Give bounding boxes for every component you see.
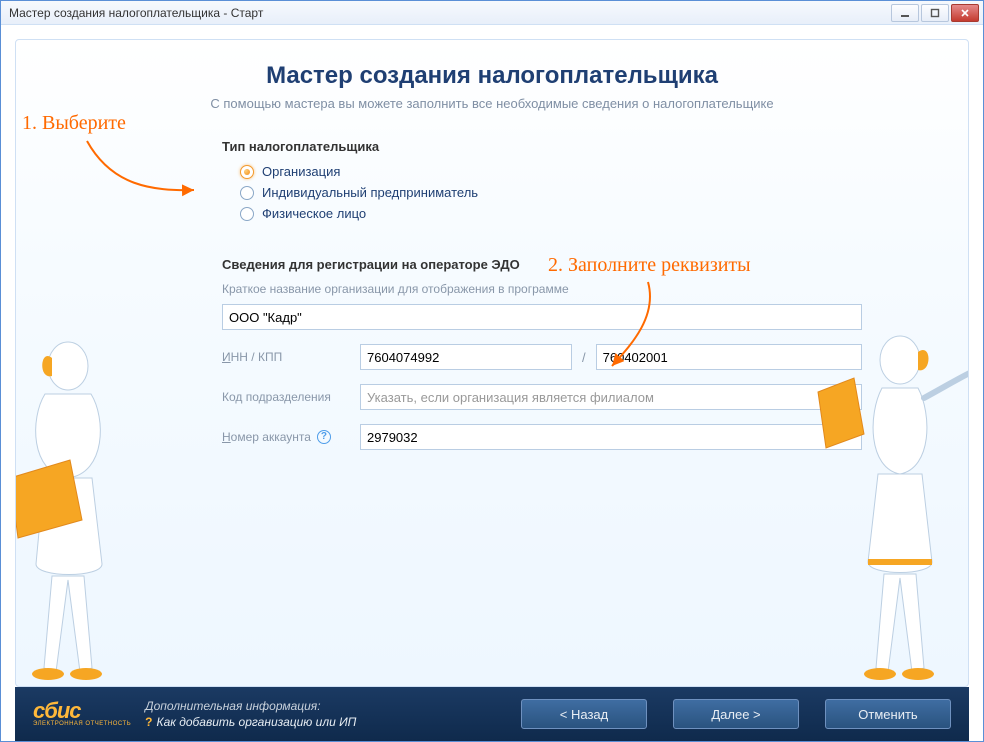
org-name-hint: Краткое название организации для отображ…: [222, 282, 862, 296]
close-button[interactable]: [951, 4, 979, 22]
wizard-panel: Мастер создания налогоплательщика С помо…: [15, 39, 969, 687]
account-label: Номер аккаунта ?: [222, 430, 350, 444]
page-subtitle: С помощью мастера вы можете заполнить вс…: [42, 96, 942, 111]
page-title: Мастер создания налогоплательщика: [42, 62, 942, 90]
inn-kpp-slash: /: [582, 350, 586, 365]
close-icon: [960, 8, 970, 18]
acct-rest: омер аккаунта: [231, 430, 311, 444]
taxpayer-type-legend: Тип налогоплательщика: [222, 139, 862, 154]
titlebar: Мастер создания налогоплательщика - Стар…: [1, 1, 983, 25]
registration-section: Сведения для регистрации на операторе ЭД…: [222, 257, 862, 450]
content-outer: Мастер создания налогоплательщика С помо…: [1, 25, 983, 741]
window: Мастер создания налогоплательщика - Стар…: [0, 0, 984, 742]
sbis-logo-text: сбис: [33, 701, 131, 721]
radio-ip[interactable]: [240, 186, 254, 200]
radio-individual-label: Физическое лицо: [262, 206, 366, 221]
annotation-step1-text: 1. Выберите: [22, 112, 126, 134]
annotation-step1: 1. Выберите: [22, 112, 126, 135]
inn-rest: НН / КПП: [231, 350, 283, 364]
next-button[interactable]: Далее >: [673, 699, 799, 729]
extra-info-link[interactable]: Как добавить организацию или ИП: [157, 715, 357, 729]
taxpayer-type-group: Организация Индивидуальный предпринимате…: [240, 164, 862, 221]
inn-kpp-row: ИНН / КПП /: [222, 344, 862, 370]
decorative-figure-right: [806, 318, 969, 687]
registration-legend: Сведения для регистрации на операторе ЭД…: [222, 257, 862, 272]
radio-ip-label: Индивидуальный предприниматель: [262, 185, 478, 200]
radio-row-organization[interactable]: Организация: [240, 164, 862, 179]
radio-organization-label: Организация: [262, 164, 340, 179]
maximize-button[interactable]: [921, 4, 949, 22]
window-buttons: [891, 4, 979, 22]
acct-underline: Н: [222, 430, 231, 444]
account-row: Номер аккаунта ?: [222, 424, 862, 450]
decorative-figure-left: [15, 328, 160, 687]
extra-info-title: Дополнительная информация:: [145, 698, 356, 714]
footer: сбис ЭЛЕКТРОННАЯ ОТЧЕТНОСТЬ Дополнительн…: [15, 687, 969, 741]
radio-individual[interactable]: [240, 207, 254, 221]
radio-row-ip[interactable]: Индивидуальный предприниматель: [240, 185, 862, 200]
cancel-button[interactable]: Отменить: [825, 699, 951, 729]
inn-underline: И: [222, 350, 231, 364]
sbis-logo: сбис ЭЛЕКТРОННАЯ ОТЧЕТНОСТЬ: [33, 701, 131, 727]
extra-info: Дополнительная информация: ? Как добавить…: [145, 698, 356, 730]
radio-organization[interactable]: [240, 165, 254, 179]
account-input[interactable]: [360, 424, 862, 450]
inn-kpp-label: ИНН / КПП: [222, 350, 350, 364]
dept-row: Код подразделения: [222, 384, 862, 410]
maximize-icon: [930, 8, 940, 18]
inn-input[interactable]: [360, 344, 572, 370]
back-button[interactable]: < Назад: [521, 699, 647, 729]
help-icon[interactable]: ?: [317, 430, 331, 444]
dept-input[interactable]: [360, 384, 862, 410]
radio-row-individual[interactable]: Физическое лицо: [240, 206, 862, 221]
minimize-icon: [900, 8, 910, 18]
question-icon: ?: [145, 715, 152, 729]
window-title: Мастер создания налогоплательщика - Стар…: [9, 6, 891, 20]
form-area: Тип налогоплательщика Организация Индиви…: [222, 139, 862, 450]
org-name-input[interactable]: [222, 304, 862, 330]
sbis-logo-sub: ЭЛЕКТРОННАЯ ОТЧЕТНОСТЬ: [33, 721, 131, 727]
minimize-button[interactable]: [891, 4, 919, 22]
dept-label: Код подразделения: [222, 390, 350, 404]
